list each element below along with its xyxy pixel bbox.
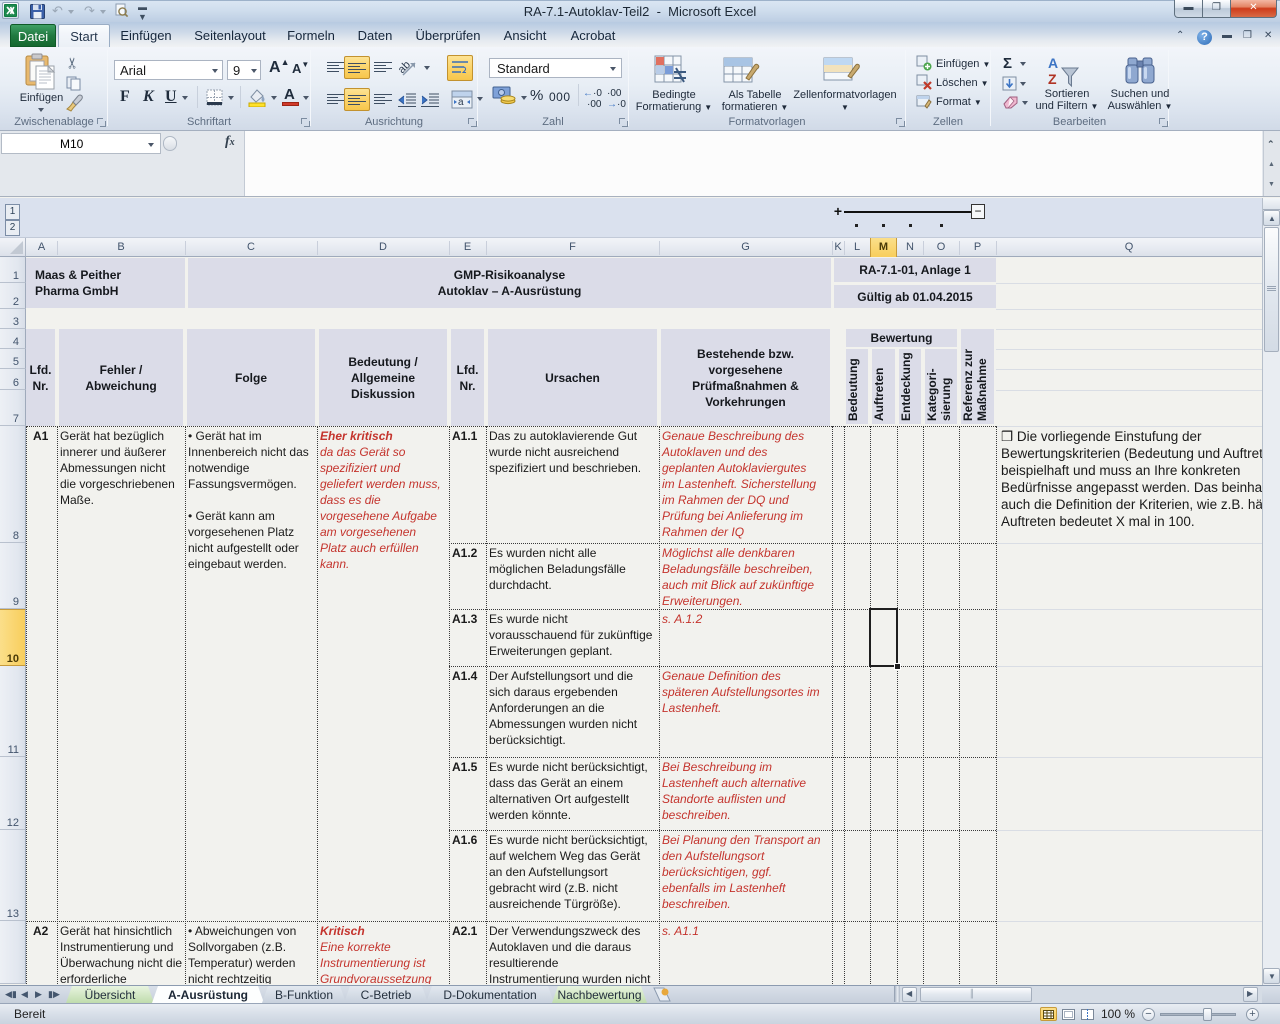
svg-text:a: a xyxy=(458,97,464,108)
svg-text:Z: Z xyxy=(1048,71,1057,87)
svg-text:ab: ab xyxy=(399,59,413,76)
svg-text:A: A xyxy=(1048,55,1058,71)
